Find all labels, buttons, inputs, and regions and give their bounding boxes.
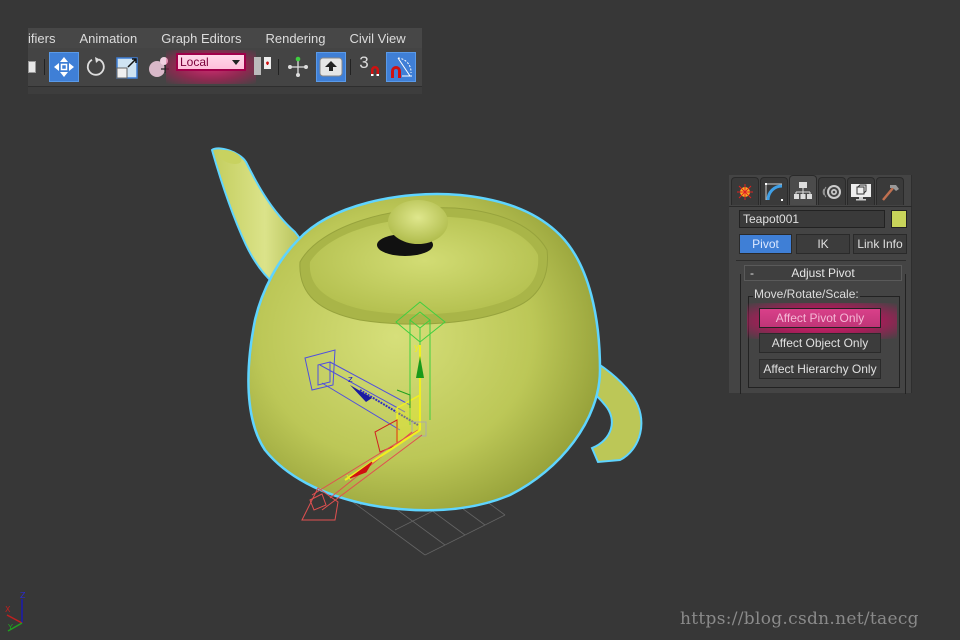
tabs-divider	[729, 206, 912, 207]
z-axis-label: z	[348, 375, 353, 385]
rollout-divider	[736, 260, 906, 261]
rotate-icon	[86, 57, 105, 76]
display-monitor-icon	[851, 183, 871, 200]
menu-civil-view[interactable]: Civil View	[337, 31, 417, 46]
tab-hierarchy[interactable]	[789, 175, 817, 205]
secondary-toolbar	[28, 86, 422, 94]
main-toolbar: Local 3	[28, 50, 422, 84]
scale-icon	[116, 57, 138, 79]
create-star-icon	[737, 183, 753, 200]
pivot-tab-button[interactable]: Pivot	[739, 234, 792, 254]
cube-icon	[28, 61, 36, 73]
tab-utilities[interactable]	[876, 177, 904, 205]
object-color-swatch[interactable]	[891, 210, 907, 228]
world-axis-tripod: Z X Y	[5, 591, 26, 632]
tab-create[interactable]	[731, 177, 759, 205]
lid-knob	[388, 200, 448, 244]
move-rotate-scale-label: Move/Rotate/Scale:	[753, 287, 860, 301]
menu-modifiers[interactable]: ifiers	[28, 31, 67, 46]
hierarchy-icon	[794, 181, 812, 199]
ik-tab-button[interactable]: IK	[796, 234, 850, 254]
use-pivot-point-center-button[interactable]	[250, 52, 276, 82]
command-panel: Teapot001 Pivot IK Link Info - Adjust Pi…	[729, 175, 912, 394]
chevron-down-icon	[232, 60, 240, 65]
angle-snap-icon	[391, 57, 412, 78]
tab-motion[interactable]	[818, 177, 846, 205]
select-object-button[interactable]	[28, 52, 38, 82]
menu-animation[interactable]: Animation	[67, 31, 149, 46]
menu-graph-editors[interactable]: Graph Editors	[149, 31, 253, 46]
tripod-z-label: Z	[20, 591, 26, 600]
move-arrows-icon	[54, 57, 74, 77]
link-info-tab-button[interactable]: Link Info	[853, 234, 907, 254]
snap-magnet-icon	[370, 66, 379, 76]
select-and-move-button[interactable]	[49, 52, 79, 82]
collapse-icon: -	[750, 266, 754, 280]
select-and-rotate-button[interactable]	[82, 52, 110, 82]
manipulate-icon	[288, 56, 308, 77]
pivot-center-icon	[254, 57, 271, 75]
snaps-toggle-button[interactable]: 3	[356, 52, 384, 82]
rollout-title: Adjust Pivot	[791, 266, 855, 280]
watermark-text: https://blog.csdn.net/taecg	[680, 609, 919, 629]
reference-coordinate-system-value: Local	[180, 55, 209, 69]
x-axis-label: x	[346, 473, 352, 483]
toolbar-separator	[278, 59, 279, 75]
keyboard-shortcut-override-button[interactable]	[316, 52, 346, 82]
menu-rendering[interactable]: Rendering	[253, 31, 337, 46]
snaps-toggle-label: 3	[359, 53, 369, 72]
affect-hierarchy-only-button[interactable]: Affect Hierarchy Only	[759, 359, 881, 379]
select-manipulate-button[interactable]	[284, 52, 312, 82]
command-panel-tabs	[731, 175, 905, 207]
keyboard-override-icon	[319, 57, 343, 77]
modify-curve-icon	[765, 182, 783, 201]
main-toolbar-crop: ifiers Animation Graph Editors Rendering…	[28, 28, 422, 94]
reference-coordinate-system-dropdown[interactable]: Local	[176, 53, 246, 71]
tripod-y-label: Y	[7, 623, 13, 632]
y-axis-label: y	[414, 343, 420, 353]
tripod-x-label: X	[5, 605, 11, 614]
tab-display[interactable]	[847, 177, 875, 205]
motion-icon	[822, 184, 841, 199]
menu-bar: ifiers Animation Graph Editors Rendering…	[28, 28, 422, 48]
adjust-pivot-rollout-header[interactable]: - Adjust Pivot	[744, 265, 902, 281]
toolbar-separator	[44, 59, 45, 75]
affect-object-only-button[interactable]: Affect Object Only	[759, 333, 881, 353]
select-and-scale-button[interactable]	[114, 52, 142, 82]
object-name-field[interactable]: Teapot001	[739, 210, 885, 228]
utilities-hammer-icon	[882, 184, 899, 201]
affect-pivot-only-button[interactable]: Affect Pivot Only	[759, 308, 881, 328]
angle-snap-toggle-button[interactable]	[386, 52, 416, 82]
tab-modify[interactable]	[760, 177, 788, 205]
toolbar-separator	[350, 59, 351, 75]
